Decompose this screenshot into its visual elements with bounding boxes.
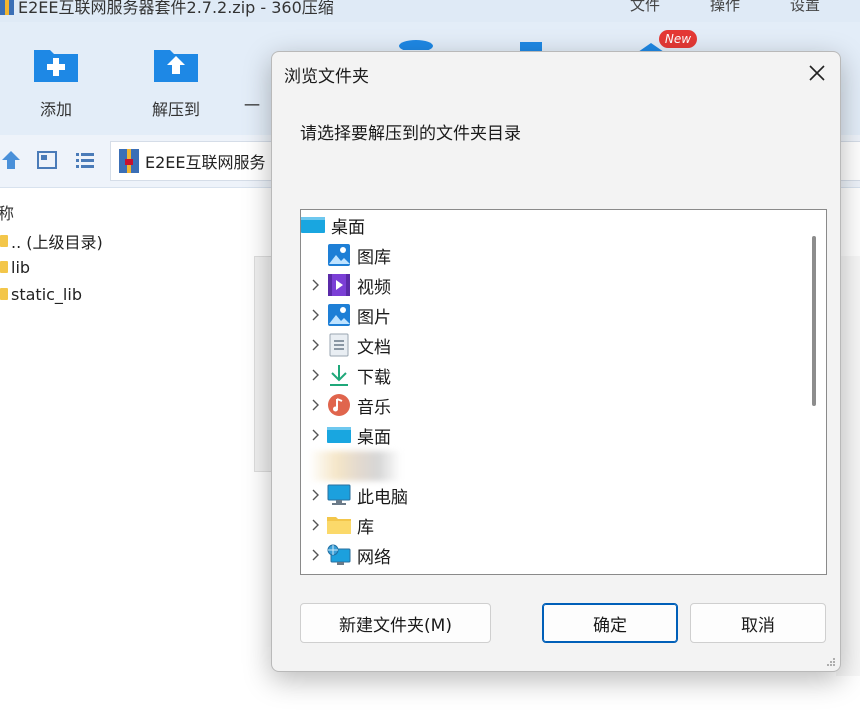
tree-item-label: 此电脑: [357, 487, 408, 508]
list-view-icon[interactable]: [74, 149, 96, 171]
pictures-icon: [327, 303, 351, 327]
tree-item-blurred[interactable]: [309, 451, 401, 481]
library-folder-icon: [327, 513, 351, 537]
chevron-right-icon[interactable]: [305, 390, 327, 420]
file-row-parent[interactable]: .. (上级目录): [0, 228, 103, 254]
file-name: .. (上级目录): [11, 233, 103, 252]
new-folder-button[interactable]: 新建文件夹(M): [300, 603, 491, 643]
tree-item-label: 库: [357, 517, 374, 538]
file-name: lib: [11, 257, 31, 277]
partial-tool-button[interactable]: 一: [232, 44, 272, 116]
app-titlebar: E2EE互联网服务器套件2.7.2.zip - 360压缩 文件 操作 设置: [0, 0, 860, 22]
browse-folder-dialog: 浏览文件夹 请选择要解压到的文件夹目录 桌面 图库 视频 图片 文档 下载 音乐…: [271, 51, 841, 672]
tree-item-this-pc[interactable]: 此电脑: [301, 480, 801, 510]
download-icon: [327, 363, 351, 387]
documents-icon: [327, 333, 351, 357]
folder-tree[interactable]: 桌面 图库 视频 图片 文档 下载 音乐 桌面 此电脑 库 网络: [300, 209, 827, 575]
chevron-right-icon[interactable]: [305, 330, 327, 360]
app-title-text: E2EE互联网服务器套件2.7.2.zip - 360压缩: [18, 0, 334, 17]
chevron-right-icon[interactable]: [305, 480, 327, 510]
resize-grip-icon[interactable]: [826, 657, 836, 667]
tree-item-desktop[interactable]: 桌面: [301, 420, 801, 450]
up-arrow-icon[interactable]: [0, 149, 22, 171]
tree-item-label: 音乐: [357, 397, 391, 418]
menu-operate[interactable]: 操作: [710, 0, 740, 15]
tree-item-label: 桌面: [331, 217, 365, 238]
folder-icon: [0, 235, 8, 247]
tree-item-libraries[interactable]: 库: [301, 510, 801, 540]
add-label: 添加: [39, 100, 72, 119]
partial-tool-label: 一: [243, 96, 260, 115]
tree-item-videos[interactable]: 视频: [301, 270, 801, 300]
video-icon: [327, 273, 351, 297]
tree-item-label: 下载: [357, 367, 391, 388]
folder-icon: [0, 261, 8, 273]
zip-file-icon: [0, 0, 14, 15]
new-badge: New: [659, 30, 697, 48]
address-text: E2EE互联网服务: [145, 153, 266, 172]
desktop-icon: [327, 423, 351, 447]
close-icon: [809, 65, 825, 81]
desktop-icon: [301, 213, 325, 237]
dialog-prompt: 请选择要解压到的文件夹目录: [300, 124, 521, 144]
add-folder-icon: [34, 50, 78, 82]
menu-settings[interactable]: 设置: [790, 0, 820, 15]
folder-icon: [0, 288, 8, 300]
chevron-right-icon[interactable]: [305, 420, 327, 450]
tree-item-label: 网络: [357, 547, 391, 568]
close-button[interactable]: [800, 58, 834, 88]
gallery-icon: [327, 243, 351, 267]
chevron-right-icon[interactable]: [305, 540, 327, 570]
tree-item-network[interactable]: 网络: [301, 540, 801, 570]
add-button[interactable]: 添加: [16, 44, 96, 120]
tree-item-label: 文档: [357, 337, 391, 358]
menu-file[interactable]: 文件: [630, 0, 660, 15]
chevron-right-icon[interactable]: [305, 510, 327, 540]
database-tool-icon: [399, 40, 433, 50]
tree-item-label: 图片: [357, 307, 391, 328]
app-title: E2EE互联网服务器套件2.7.2.zip - 360压缩: [0, 0, 334, 18]
extract-button[interactable]: 解压到: [136, 44, 216, 120]
extract-folder-icon: [154, 50, 198, 82]
tree-item-gallery[interactable]: 图库: [301, 240, 801, 270]
tree-item-label: 视频: [357, 277, 391, 298]
tree-item-downloads[interactable]: 下载: [301, 360, 801, 390]
tree-item-label: 图库: [357, 247, 391, 268]
dialog-title: 浏览文件夹: [284, 67, 369, 87]
archive-icon: [119, 149, 139, 173]
thumbnail-view-icon[interactable]: [36, 149, 58, 171]
tree-item-label: 桌面: [357, 427, 391, 448]
tree-item-documents[interactable]: 文档: [301, 330, 801, 360]
ok-button[interactable]: 确定: [542, 603, 678, 643]
file-row-static-lib[interactable]: static_lib: [0, 281, 82, 307]
chevron-right-icon[interactable]: [305, 360, 327, 390]
extract-label: 解压到: [151, 100, 200, 119]
tree-item-desktop-root[interactable]: 桌面: [301, 210, 801, 240]
file-row-lib[interactable]: lib: [0, 254, 30, 280]
name-column-header[interactable]: 称: [0, 200, 14, 224]
tree-scrollbar-thumb[interactable]: [812, 236, 816, 406]
cancel-button[interactable]: 取消: [690, 603, 826, 643]
partial-tool-icon: [242, 44, 262, 84]
computer-icon: [327, 483, 351, 507]
tree-item-music[interactable]: 音乐: [301, 390, 801, 420]
music-icon: [327, 393, 351, 417]
file-name: static_lib: [11, 284, 82, 304]
chevron-right-icon[interactable]: [305, 300, 327, 330]
tree-item-pictures[interactable]: 图片: [301, 300, 801, 330]
chevron-right-icon[interactable]: [305, 270, 327, 300]
file-list: 称 .. (上级目录) lib static_lib: [0, 190, 270, 710]
expand-placeholder: [305, 240, 327, 270]
network-icon: [327, 543, 351, 567]
